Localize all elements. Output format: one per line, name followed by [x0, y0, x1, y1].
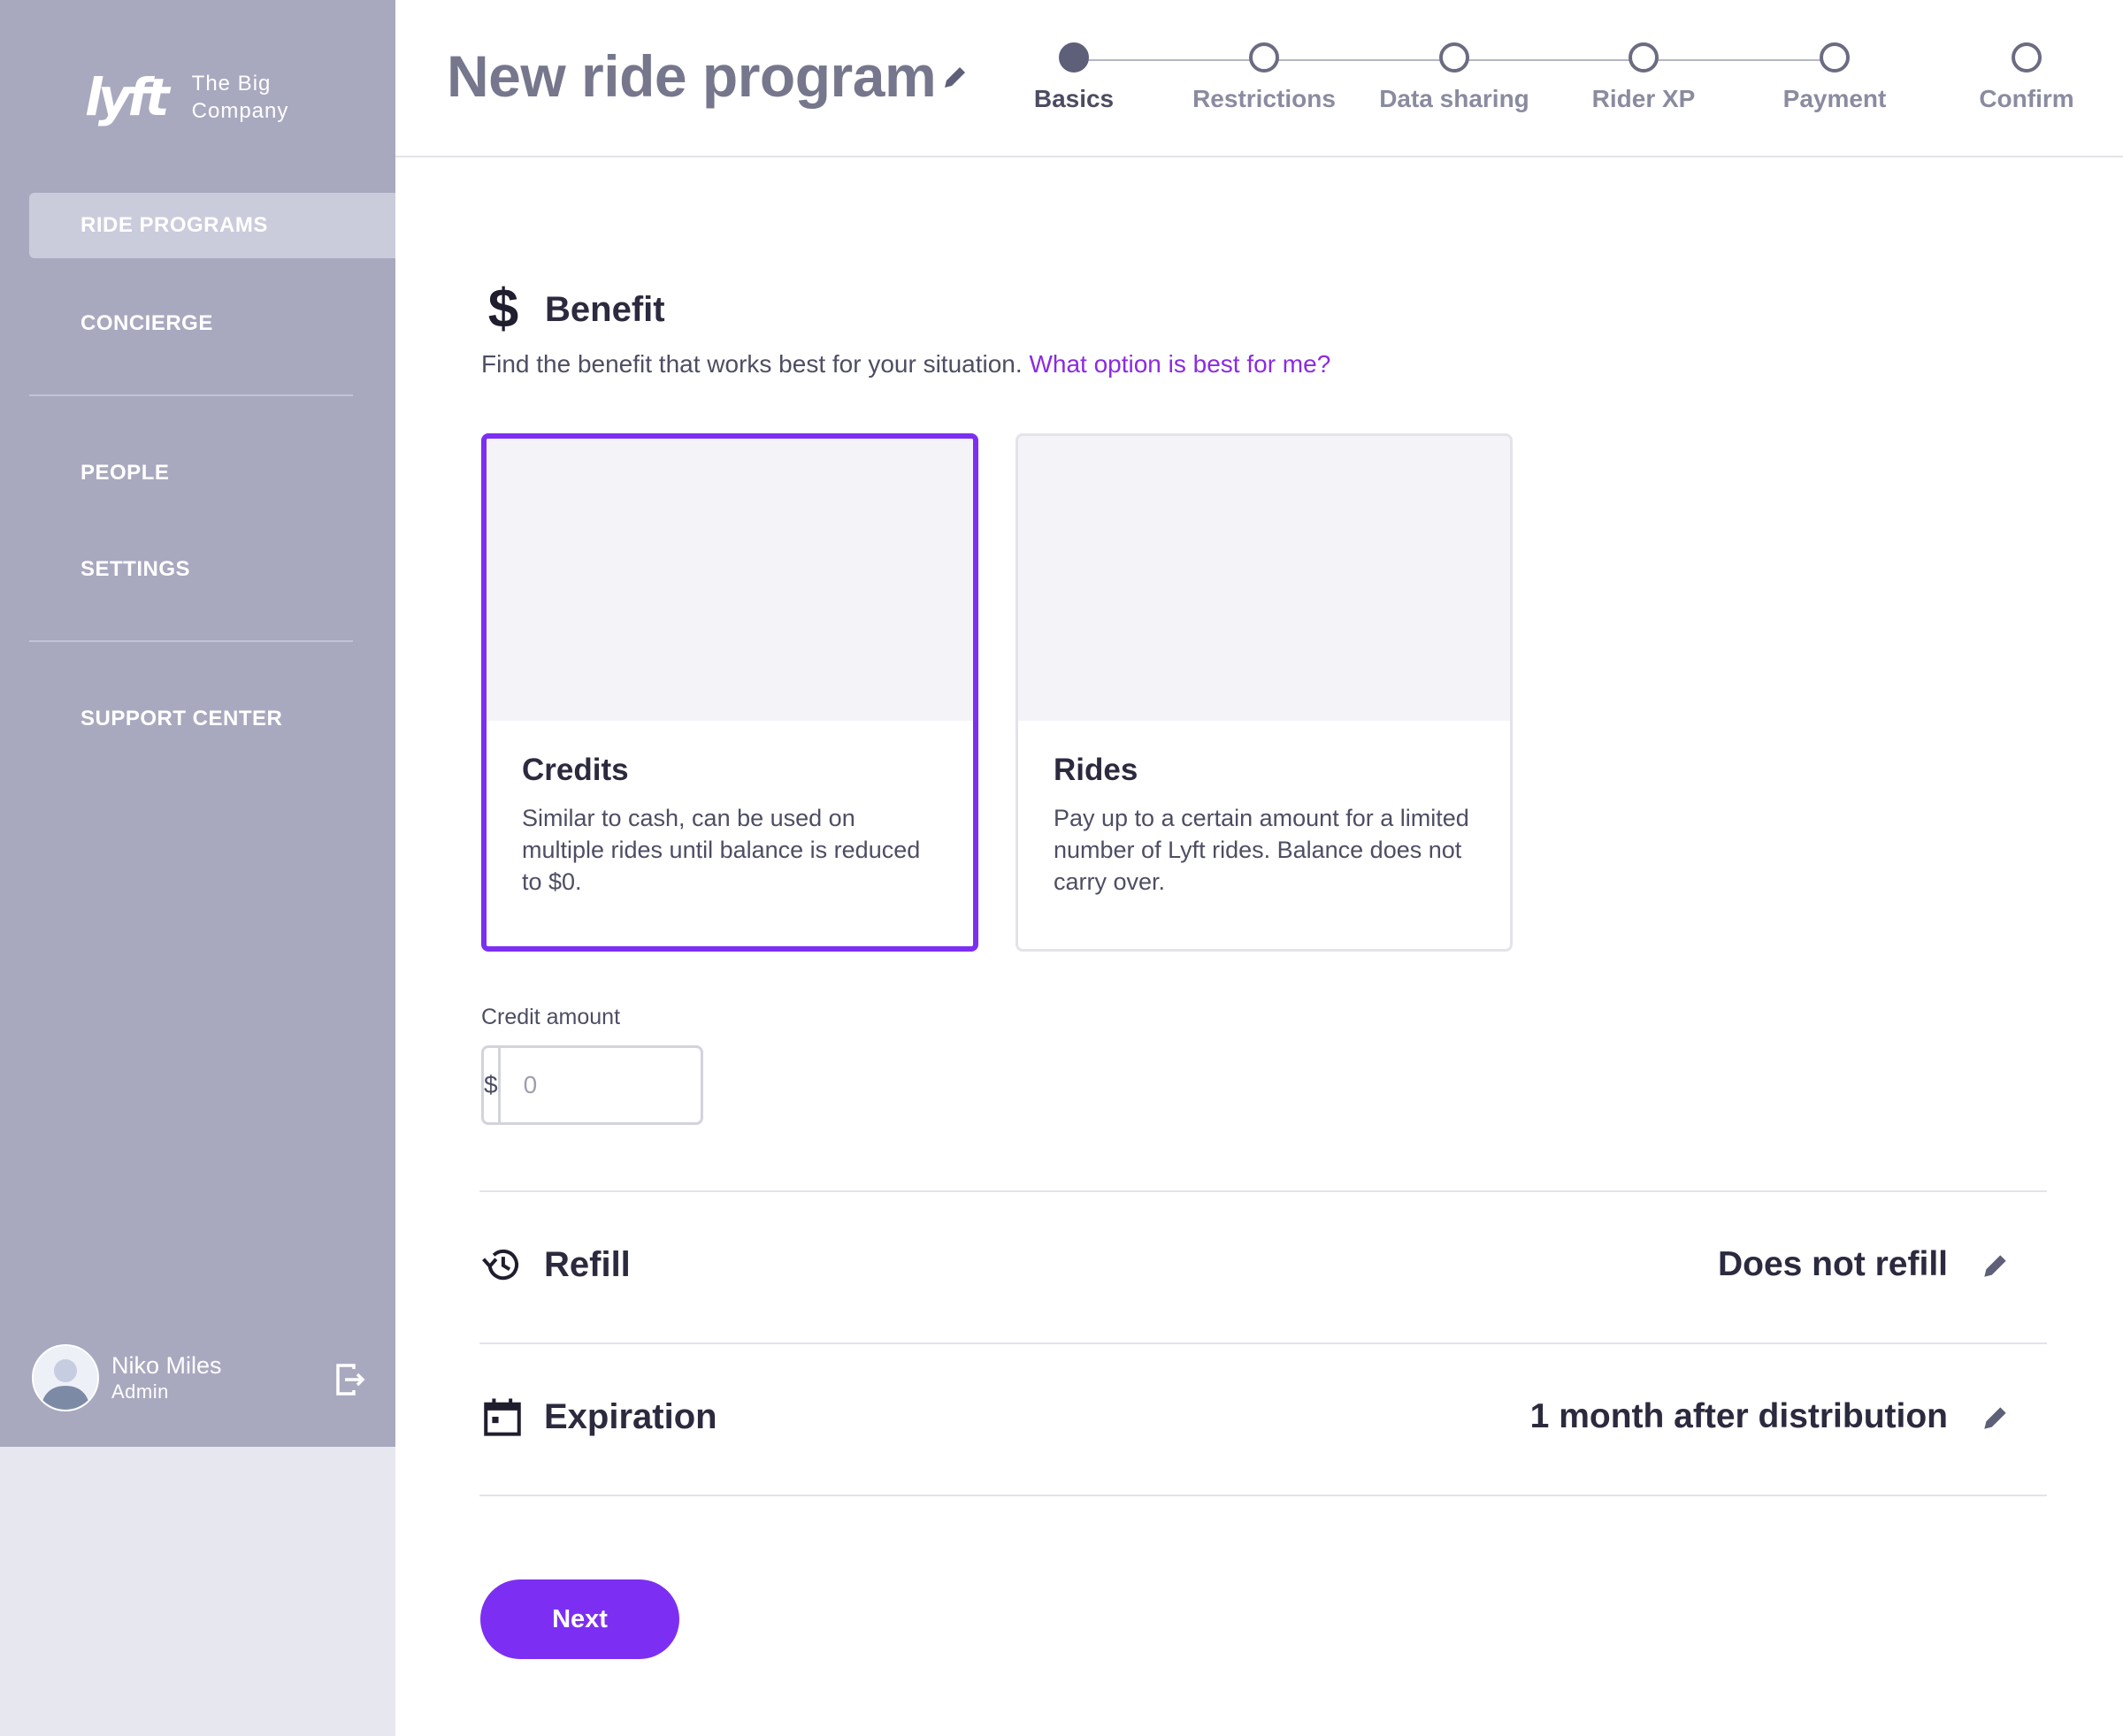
card-description: Pay up to a certain amount for a limited…: [1054, 805, 1469, 895]
card-image-placeholder: [487, 439, 973, 721]
refill-value: Does not refill: [1717, 1245, 1948, 1283]
sidebar-item-settings[interactable]: SETTINGS: [29, 537, 395, 602]
card-title: Credits: [522, 753, 629, 787]
company-name-line-1: The Big: [191, 72, 272, 96]
sidebar-item-label: RIDE PROGRAMS: [80, 213, 268, 237]
benefit-help-link[interactable]: What option is best for me?: [1029, 350, 1330, 378]
step-rider-xp[interactable]: Rider XP: [1546, 42, 1741, 113]
benefit-subtitle: Find the benefit that works best for you…: [481, 350, 1330, 379]
company-name: The Big Company: [192, 70, 289, 125]
step-dot-current: [1059, 42, 1089, 73]
user-info: Niko Miles Admin: [111, 1351, 222, 1404]
section-title: Expiration: [544, 1396, 717, 1436]
step-label: Data sharing: [1379, 85, 1529, 112]
section-divider: [479, 1190, 2047, 1192]
sidebar-item-people[interactable]: PEOPLE: [29, 440, 395, 506]
logout-icon[interactable]: [333, 1362, 368, 1397]
card-description: Similar to cash, can be used on multiple…: [522, 805, 921, 895]
step-dot: [1629, 42, 1659, 73]
lyft-logo: lyft: [85, 67, 170, 127]
sidebar-item-concierge[interactable]: CONCIERGE: [29, 291, 395, 356]
avatar-person-icon: [34, 1346, 97, 1410]
expiration-header: Expiration: [480, 1392, 717, 1442]
refill-header: Refill: [480, 1240, 631, 1289]
edit-expiration-pencil-icon[interactable]: [1980, 1402, 2012, 1434]
sidebar-item-support-center[interactable]: SUPPORT CENTER: [29, 686, 395, 752]
step-dot: [1249, 42, 1279, 73]
calendar-icon: [484, 1398, 521, 1436]
section-title: Benefit: [545, 289, 665, 329]
card-title: Rides: [1054, 753, 1138, 787]
company-name-line-2: Company: [191, 99, 289, 123]
step-dot: [2012, 42, 2042, 73]
section-divider: [479, 1495, 2047, 1496]
sidebar-item-ride-programs[interactable]: RIDE PROGRAMS: [29, 193, 395, 258]
sidebar-footer-area: [0, 1447, 395, 1736]
sidebar-item-label: SUPPORT CENTER: [80, 707, 283, 730]
dollar-sign-icon: $: [487, 279, 519, 340]
step-dot: [1439, 42, 1469, 73]
step-label: Payment: [1782, 85, 1887, 112]
step-data-sharing[interactable]: Data sharing: [1357, 42, 1552, 113]
user-name: Niko Miles: [111, 1352, 222, 1379]
benefit-section-header: $ Benefit: [481, 279, 665, 340]
step-label: Rider XP: [1591, 85, 1696, 112]
credit-amount-field: $: [481, 1045, 703, 1125]
edit-refill-pencil-icon[interactable]: [1980, 1250, 2012, 1281]
sidebar-item-label: SETTINGS: [80, 557, 191, 581]
step-confirm[interactable]: Confirm: [1929, 42, 2123, 113]
next-button[interactable]: Next: [480, 1579, 679, 1659]
brand[interactable]: lyft The Big Company: [85, 62, 288, 133]
credit-amount-label: Credit amount: [481, 1005, 621, 1029]
card-image-placeholder: [1018, 436, 1510, 721]
sidebar-item-label: CONCIERGE: [80, 311, 213, 335]
step-label: Restrictions: [1192, 85, 1336, 112]
section-title: Refill: [544, 1244, 631, 1284]
page-title: New ride program: [447, 43, 937, 109]
sidebar-divider: [29, 640, 353, 642]
benefit-option-credits[interactable]: Credits Similar to cash, can be used on …: [481, 433, 978, 952]
benefit-option-rides[interactable]: Rides Pay up to a certain amount for a l…: [1016, 433, 1513, 952]
sidebar-divider: [29, 394, 353, 396]
step-dot: [1820, 42, 1850, 73]
currency-prefix: $: [484, 1048, 501, 1122]
section-divider: [479, 1342, 2047, 1344]
edit-title-pencil-icon[interactable]: [940, 62, 970, 92]
sidebar: lyft The Big Company RIDE PROGRAMS CONCI…: [0, 0, 395, 1447]
benefit-subtitle-text: Find the benefit that works best for you…: [481, 350, 1023, 378]
user-role: Admin: [111, 1380, 169, 1403]
avatar: [32, 1344, 99, 1411]
step-label: Basics: [1033, 85, 1115, 112]
step-basics[interactable]: Basics: [977, 42, 1171, 113]
step-payment[interactable]: Payment: [1737, 42, 1932, 113]
expiration-value: 1 month after distribution: [1529, 1397, 1948, 1435]
history-clock-icon: [482, 1249, 519, 1281]
page-header: New ride program Basics Restrictions Dat…: [395, 0, 2123, 157]
credit-amount-input[interactable]: [500, 1048, 701, 1122]
sidebar-item-label: PEOPLE: [80, 461, 170, 485]
step-restrictions[interactable]: Restrictions: [1167, 42, 1361, 113]
step-label: Confirm: [1979, 85, 2074, 112]
user-profile[interactable]: Niko Miles Admin: [32, 1344, 368, 1411]
